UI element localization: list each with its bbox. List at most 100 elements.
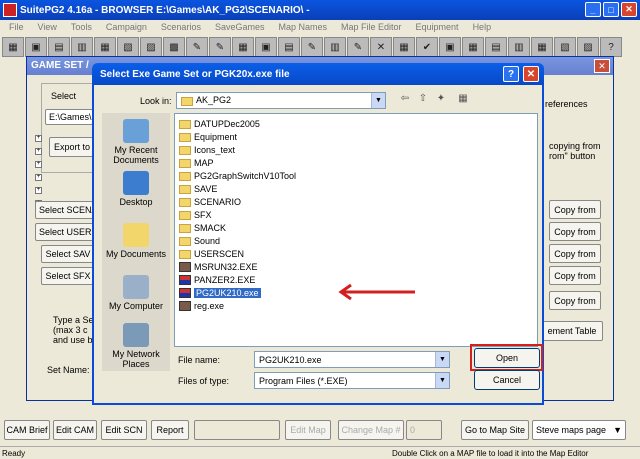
toolbar-tool-icon[interactable]: ✎ [186,37,208,57]
dialog-help-button[interactable]: ? [503,66,519,82]
place-desktop[interactable]: Desktop [102,171,170,207]
select-scenario-button[interactable]: Select SCENA [35,201,98,219]
cam-brief-button[interactable]: CAM Brief [4,420,50,440]
toolbar-tool-icon[interactable]: ▥ [71,37,93,57]
up-folder-icon[interactable]: ⇧ [416,91,430,105]
toolbar-tool-icon[interactable]: ▨ [577,37,599,57]
status-hint: Double Click on a MAP file to load it in… [392,449,589,458]
folder-item[interactable]: Icons_text [179,144,235,156]
new-folder-icon[interactable]: ✦ [434,91,448,105]
folder-item[interactable]: MAP [179,157,214,169]
file-item[interactable]: reg.exe [179,300,224,312]
folder-item[interactable]: Equipment [179,131,237,143]
toolbar-tool-icon[interactable]: ▥ [508,37,530,57]
toolbar-tool-icon[interactable]: ? [600,37,622,57]
cancel-button[interactable]: Cancel [474,370,540,390]
menu-campaign[interactable]: Campaign [99,20,154,36]
toolbar-tool-icon[interactable]: ▦ [94,37,116,57]
toolbar-tool-icon[interactable]: ▦ [232,37,254,57]
toolbar-tool-icon[interactable]: ✎ [301,37,323,57]
menu-map-names[interactable]: Map Names [271,20,334,36]
select-save-button[interactable]: Select SAV [41,245,95,263]
tree-expand-icon[interactable]: + [35,161,42,168]
menu-savegames[interactable]: SaveGames [208,20,272,36]
change-map-button[interactable]: Change Map # [338,420,404,440]
copy-from-button[interactable]: Copy from [549,222,601,241]
toolbar-tool-icon[interactable]: ▩ [163,37,185,57]
file-item-selected[interactable]: PG2UK210.exe [179,287,261,299]
folder-item[interactable]: PG2GraphSwitchV10Tool [179,170,296,182]
menu-scenarios[interactable]: Scenarios [154,20,208,36]
toolbar-tool-icon[interactable]: ▨ [140,37,162,57]
toolbar-tool-icon[interactable]: ▤ [278,37,300,57]
report-button[interactable]: Report [151,420,189,440]
file-item[interactable]: PANZER2.EXE [179,274,255,286]
game-set-close-button[interactable]: ✕ [594,59,610,73]
game-path-field[interactable]: E:\Games\ [45,109,93,125]
tree-expand-icon[interactable]: + [35,187,42,194]
toolbar-tool-icon[interactable]: ✎ [347,37,369,57]
tree-expand-icon[interactable]: + [35,174,42,181]
menu-file[interactable]: File [2,20,31,36]
minimize-button[interactable]: _ [585,2,601,17]
look-in-combo[interactable]: AK_PG2 ▼ [176,92,386,109]
file-list[interactable]: DATUPDec2005 Equipment Icons_text MAP PG… [174,113,538,347]
placement-table-button[interactable]: ement Table [541,321,603,341]
export-to-button[interactable]: Export to [49,137,95,157]
place-my-network[interactable]: My Network Places [102,323,170,369]
menu-map-file-editor[interactable]: Map File Editor [334,20,409,36]
folder-item[interactable]: SMACK [179,222,226,234]
toolbar-tool-icon[interactable]: ▦ [531,37,553,57]
toolbar-tool-icon[interactable]: ▦ [2,37,24,57]
file-item[interactable]: MSRUN32.EXE [179,261,258,273]
copy-from-button[interactable]: Copy from [549,291,601,310]
menu-equipment[interactable]: Equipment [409,20,466,36]
places-bar: My Recent Documents Desktop My Documents… [102,113,170,371]
map-number-field[interactable]: 0 [406,420,442,440]
folder-item[interactable]: Sound [179,235,220,247]
toolbar-tool-icon[interactable]: ▣ [439,37,461,57]
back-arrow-icon[interactable]: ⇦ [398,91,412,105]
select-userscen-button[interactable]: Select USERS [35,223,98,241]
folder-item[interactable]: DATUPDec2005 [179,118,260,130]
close-button[interactable]: ✕ [621,2,637,17]
edit-cam-button[interactable]: Edit CAM [53,420,97,440]
file-name-input[interactable]: PG2UK210.exe ▼ [254,351,450,368]
maps-page-select[interactable]: Steve maps page ▼ [532,420,626,440]
copy-from-button[interactable]: Copy from [549,200,601,219]
place-recent-documents[interactable]: My Recent Documents [102,119,170,165]
menu-tools[interactable]: Tools [64,20,99,36]
toolbar-tool-icon[interactable]: ✕ [370,37,392,57]
go-to-map-site-button[interactable]: Go to Map Site [461,420,529,440]
toolbar-tool-icon[interactable]: ▥ [324,37,346,57]
toolbar-tool-icon[interactable]: ▤ [485,37,507,57]
copy-from-button[interactable]: Copy from [549,266,601,285]
toolbar-tool-icon[interactable]: ▣ [255,37,277,57]
view-menu-icon[interactable]: ▦ [454,91,472,105]
select-sfx-button[interactable]: Select SFX [41,267,95,285]
dialog-close-button[interactable]: ✕ [523,66,539,82]
toolbar-tool-icon[interactable]: ✎ [209,37,231,57]
toolbar-tool-icon[interactable]: ▧ [117,37,139,57]
toolbar-tool-icon[interactable]: ✔ [416,37,438,57]
maximize-button[interactable]: □ [603,2,619,17]
folder-item[interactable]: USERSCEN [179,248,244,260]
toolbar-tool-icon[interactable]: ▣ [25,37,47,57]
place-my-documents[interactable]: My Documents [102,223,170,259]
tree-expand-icon[interactable]: + [35,135,42,142]
toolbar-tool-icon[interactable]: ▦ [393,37,415,57]
folder-item[interactable]: SAVE [179,183,217,195]
folder-item[interactable]: SCENARIO [179,196,241,208]
toolbar-tool-icon[interactable]: ▤ [48,37,70,57]
menu-help[interactable]: Help [466,20,499,36]
edit-map-button[interactable]: Edit Map [285,420,331,440]
edit-scn-button[interactable]: Edit SCN [101,420,147,440]
files-of-type-select[interactable]: Program Files (*.EXE) ▼ [254,372,450,389]
tree-expand-icon[interactable]: + [35,148,42,155]
menu-view[interactable]: View [31,20,64,36]
copy-from-button[interactable]: Copy from [549,244,601,263]
toolbar-tool-icon[interactable]: ▦ [462,37,484,57]
place-my-computer[interactable]: My Computer [102,275,170,311]
folder-item[interactable]: SFX [179,209,212,221]
toolbar-tool-icon[interactable]: ▧ [554,37,576,57]
